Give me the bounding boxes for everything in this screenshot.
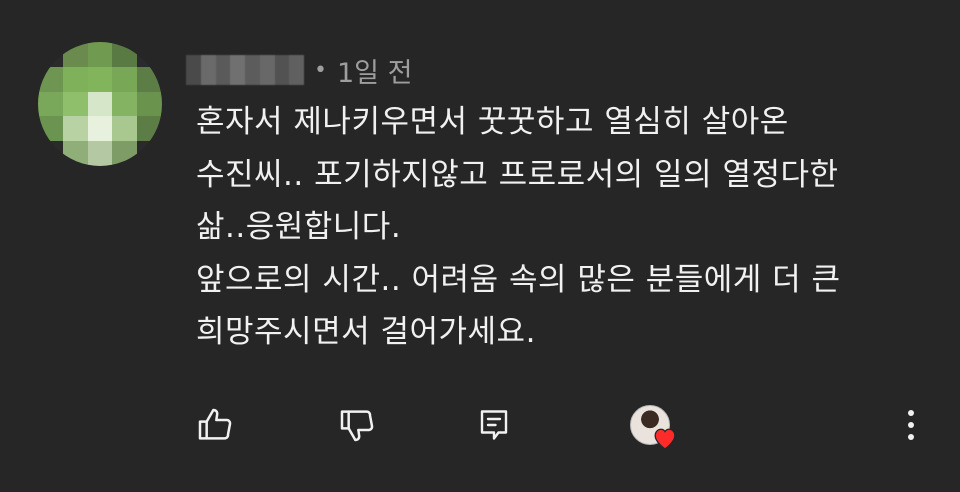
dislike-button[interactable] xyxy=(335,400,379,450)
author-name-blurred[interactable] xyxy=(186,55,304,85)
like-button[interactable] xyxy=(193,400,237,450)
reply-button[interactable] xyxy=(472,400,516,450)
comment-text: 혼자서 제나키우면서 꿋꿋하고 열심히 살아온 수진씨.. 포기하지않고 프로로… xyxy=(196,104,841,350)
more-options-button[interactable] xyxy=(896,400,926,450)
creator-heart-icon xyxy=(654,428,676,450)
comment-timestamp[interactable]: 1일 전 xyxy=(337,51,412,90)
thumbs-down-icon xyxy=(340,410,374,442)
author-avatar[interactable] xyxy=(38,42,162,166)
more-vert-icon xyxy=(908,410,914,440)
reply-icon xyxy=(480,410,508,440)
thumbs-up-icon xyxy=(198,408,232,440)
separator-dot: • xyxy=(314,57,327,83)
comment-meta: • 1일 전 xyxy=(186,50,412,90)
comment-actions xyxy=(0,400,960,450)
